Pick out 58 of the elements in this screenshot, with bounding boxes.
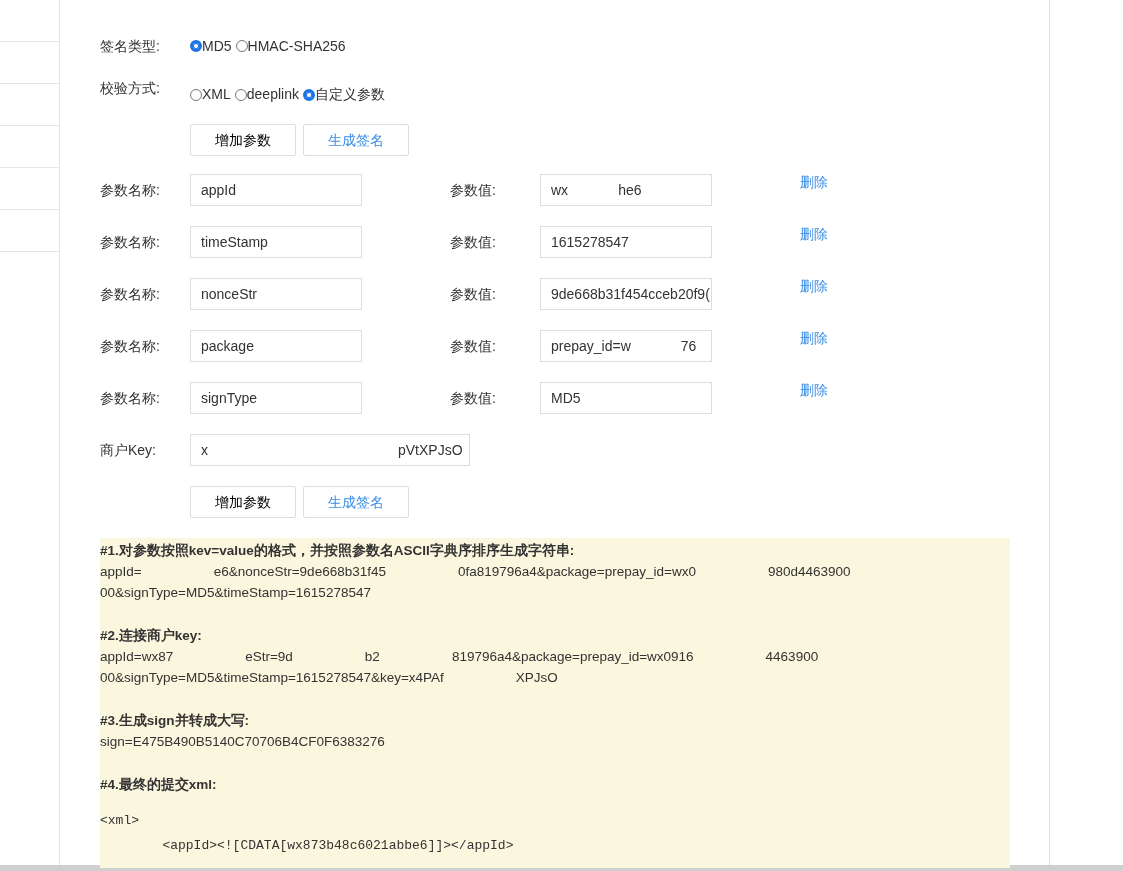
delete-link[interactable]: 删除	[800, 276, 828, 297]
delete-link[interactable]: 删除	[800, 224, 828, 245]
result-text: 819796a4&package=prepay_id=wx0916	[451, 649, 694, 664]
delete-link[interactable]: 删除	[800, 328, 828, 349]
field-label: 参数名称:	[100, 388, 161, 408]
result-text: 0fa819796a4&package=prepay_id=wx0	[457, 564, 696, 579]
generate-button[interactable]: 生成签名	[303, 486, 409, 518]
radio-option[interactable]: deeplink	[234, 84, 299, 105]
input-field[interactable]: prepay_id=w 76	[540, 330, 712, 362]
field-label: 校验方式:	[100, 79, 161, 98]
code-line: <appId><![CDATA[wx873b48c6021abbe6]]></appId>	[161, 837, 514, 855]
step-heading: #3.生成sign并转成大写:	[100, 712, 250, 730]
result-text: appId=	[100, 564, 142, 579]
input-field[interactable]: MD5	[540, 382, 712, 414]
code-line: <xml>	[100, 812, 139, 830]
field-label: 参数值:	[450, 388, 497, 408]
input-field[interactable]: 9de668b31f454cceb20f9(	[540, 278, 712, 310]
field-label: 参数名称:	[100, 336, 161, 356]
add-button[interactable]: 增加参数	[190, 124, 296, 156]
field-label: 参数名称:	[100, 284, 161, 304]
step-heading: #2.连接商户key:	[100, 627, 203, 645]
field-label: 参数值:	[450, 284, 497, 304]
result-text: 4463900	[765, 649, 819, 664]
input-field[interactable]: nonceStr	[190, 278, 362, 310]
field-label: 签名类型:	[100, 36, 161, 56]
result-text: eStr=9d	[245, 649, 293, 664]
input-field[interactable]: appId	[190, 174, 362, 206]
radio-option[interactable]: HMAC-SHA256	[235, 35, 346, 57]
radio-option[interactable]: 自定义参数	[302, 84, 385, 105]
result-text: 00&signType=MD5&timeStamp=1615278547	[100, 584, 372, 602]
result-text: e6&nonceStr=9de668b31f45	[213, 564, 386, 579]
result-text: sign=E475B490B5140C70706B4CF0F6383276	[100, 733, 386, 751]
step-heading: #4.最终的提交xml:	[100, 776, 218, 794]
input-field[interactable]: signType	[190, 382, 362, 414]
result-text: XPJsO	[515, 670, 558, 685]
field-label: 参数值:	[450, 180, 497, 200]
delete-link[interactable]: 删除	[800, 172, 828, 193]
result-text: b2	[364, 649, 380, 664]
input-field[interactable]: timeStamp	[190, 226, 362, 258]
scrollbar[interactable]	[0, 865, 1123, 871]
radio-option[interactable]: MD5	[190, 35, 232, 57]
result-text: appId=wx87	[100, 649, 174, 664]
radio-option[interactable]: XML	[190, 84, 231, 105]
result-text: 00&signType=MD5&timeStamp=1615278547&key=x4PAf	[100, 670, 444, 685]
input-field[interactable]: 1615278547	[540, 226, 712, 258]
result-text: 980d4463900	[767, 564, 851, 579]
add-button[interactable]: 增加参数	[190, 486, 296, 518]
field-label: 参数名称:	[100, 180, 161, 200]
field-label: 商户Key:	[100, 440, 157, 460]
input-field[interactable]: package	[190, 330, 362, 362]
field-label: 参数值:	[450, 232, 497, 252]
input-field[interactable]: wx he6	[540, 174, 712, 206]
field-label: 参数名称:	[100, 232, 161, 252]
input-field[interactable]: x pVtXPJsO	[190, 434, 470, 466]
field-label: 参数值:	[450, 336, 497, 356]
step-heading: #1.对参数按照kev=value的格式，并按照参数名ASCII字典序排序生成字符串:	[100, 542, 576, 560]
delete-link[interactable]: 删除	[800, 380, 828, 401]
generate-button[interactable]: 生成签名	[303, 124, 409, 156]
